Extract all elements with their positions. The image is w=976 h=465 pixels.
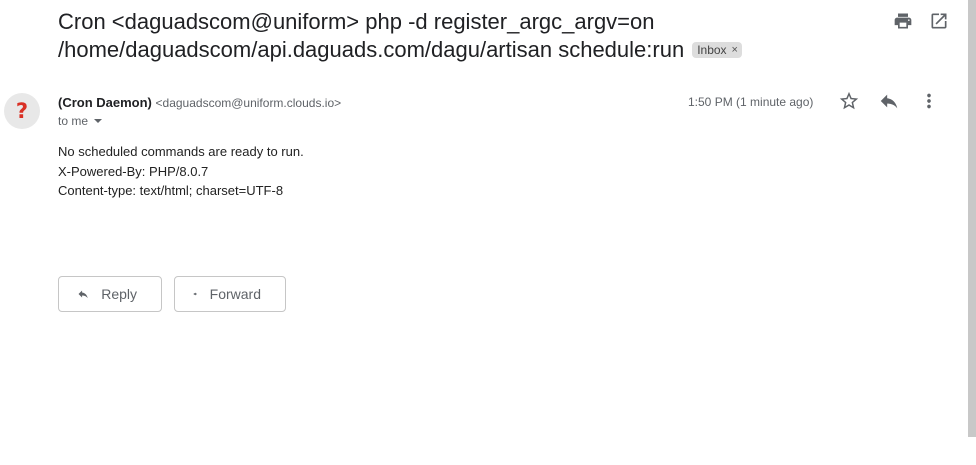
message-actions — [838, 90, 940, 112]
forward-icon — [193, 292, 197, 296]
reply-actions: Reply Forward — [58, 276, 286, 312]
body-line: Content-type: text/html; charset=UTF-8 — [58, 183, 284, 198]
sender-name[interactable]: (Cron Daemon) — [58, 95, 152, 110]
email-body: No scheduled commands are ready to run. … — [58, 142, 304, 201]
reply-icon[interactable] — [878, 90, 900, 112]
sender-avatar: ? — [4, 93, 40, 129]
forward-button[interactable]: Forward — [174, 276, 286, 312]
email-timestamp: 1:50 PM (1 minute ago) — [688, 95, 814, 109]
recipient-details-toggle[interactable]: to me — [58, 114, 103, 128]
email-subject-row: Cron <daguadscom@uniform> php -d registe… — [58, 8, 838, 64]
recipient-label: to me — [58, 114, 89, 128]
remove-label-icon[interactable]: × — [732, 42, 738, 58]
chevron-down-icon[interactable] — [94, 119, 103, 123]
page-scrollbar[interactable] — [968, 0, 976, 437]
inbox-label-chip[interactable]: Inbox × — [692, 42, 742, 58]
star-icon[interactable] — [838, 90, 860, 112]
subject-line-2: /home/daguadscom/api.daguads.com/dagu/ar… — [58, 37, 685, 62]
reply-button-label: Reply — [101, 286, 137, 302]
inbox-label-text: Inbox — [697, 43, 727, 57]
more-vert-icon[interactable] — [918, 90, 940, 112]
email-subject: Cron <daguadscom@uniform> php -d registe… — [58, 8, 838, 64]
reply-icon — [78, 290, 88, 299]
body-line: X-Powered-By: PHP/8.0.7 — [58, 163, 209, 179]
reply-button[interactable]: Reply — [58, 276, 162, 312]
sender-info: (Cron Daemon) <daguadscom@uniform.clouds… — [58, 94, 341, 112]
avatar-glyph: ? — [15, 99, 29, 123]
body-line: No scheduled commands are ready to run. — [58, 144, 304, 159]
open-in-new-window-icon[interactable] — [928, 10, 950, 32]
thread-toolbar — [892, 10, 950, 32]
forward-button-label: Forward — [209, 286, 261, 302]
subject-line-1: Cron <daguadscom@uniform> php -d registe… — [58, 9, 655, 34]
sender-email: <daguadscom@uniform.clouds.io> — [155, 96, 342, 110]
print-icon[interactable] — [892, 10, 914, 32]
